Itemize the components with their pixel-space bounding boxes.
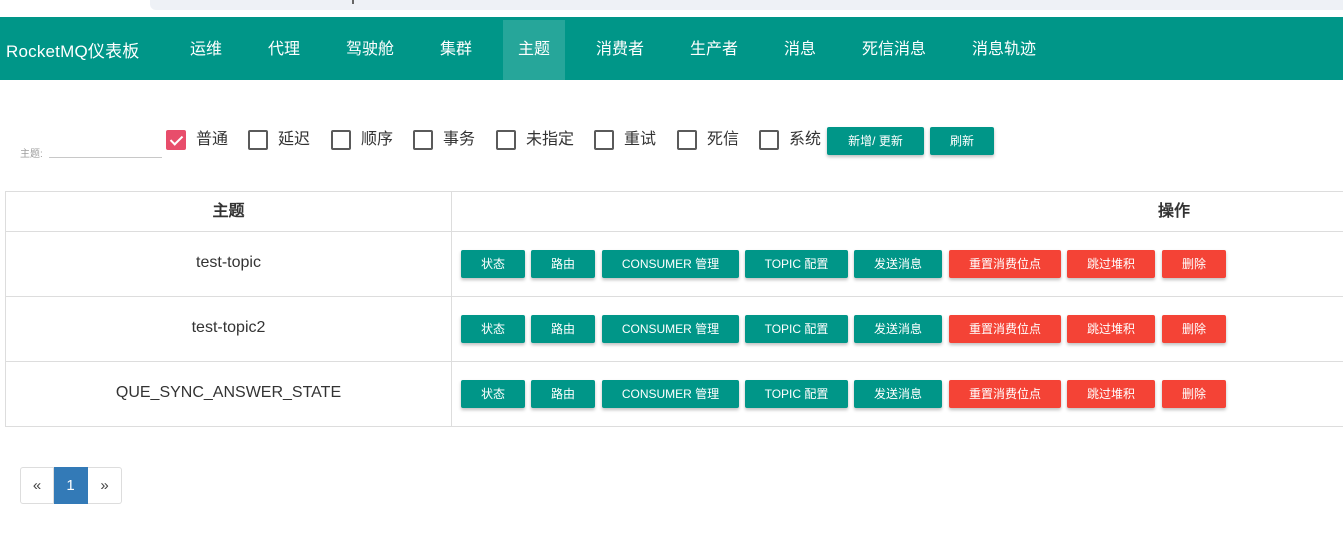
reset-offset-button[interactable]: 重置消费位点 — [949, 315, 1061, 343]
nav-item-proxy[interactable]: 代理 — [254, 20, 314, 80]
consumer-manage-button[interactable]: CONSUMER 管理 — [602, 315, 739, 343]
checkbox-retry[interactable] — [594, 130, 614, 150]
nav-item-producer[interactable]: 生产者 — [676, 20, 752, 80]
table-header-actions-cell: 操作 — [452, 192, 1343, 232]
consumer-manage-button[interactable]: CONSUMER 管理 — [602, 380, 739, 408]
reset-offset-button[interactable]: 重置消费位点 — [949, 250, 1061, 278]
delete-button[interactable]: 删除 — [1162, 380, 1226, 408]
delete-button[interactable]: 删除 — [1162, 250, 1226, 278]
checkbox-dlq[interactable] — [677, 130, 697, 150]
checkbox-unspecified-label: 未指定 — [526, 131, 575, 148]
checkbox-fifo-label: 顺序 — [361, 131, 394, 148]
send-message-button[interactable]: 发送消息 — [854, 315, 942, 343]
table-header-topic: 主题 — [6, 192, 452, 232]
topic-name-cell: test-topic2 — [6, 297, 452, 362]
checkbox-retry-label: 重试 — [624, 131, 657, 148]
top-navbar: RocketMQ仪表板 运维 代理 驾驶舱 集群 主题 消费者 生产者 消息 死… — [0, 17, 1343, 80]
checkbox-system[interactable] — [759, 130, 779, 150]
pagination-prev[interactable]: « — [20, 467, 54, 504]
table-row: test-topic2 状态 路由 CONSUMER 管理 TOPIC 配置 发… — [6, 297, 1343, 362]
table-header-actions: 操作 — [1158, 203, 1191, 220]
status-button[interactable]: 状态 — [461, 380, 525, 408]
nav-item-ops[interactable]: 运维 — [176, 20, 236, 80]
cursor-mark — [352, 0, 354, 4]
checkbox-system-label: 系统 — [789, 131, 822, 148]
reset-offset-button[interactable]: 重置消费位点 — [949, 380, 1061, 408]
brand-title[interactable]: RocketMQ仪表板 — [6, 37, 140, 62]
nav-item-cockpit[interactable]: 驾驶舱 — [332, 20, 408, 80]
route-button[interactable]: 路由 — [531, 380, 595, 408]
status-button[interactable]: 状态 — [461, 315, 525, 343]
checkbox-transaction-label: 事务 — [443, 131, 476, 148]
table-row: QUE_SYNC_ANSWER_STATE 状态 路由 CONSUMER 管理 … — [6, 362, 1343, 427]
nav-item-message-trace[interactable]: 消息轨迹 — [958, 20, 1050, 80]
checkbox-dlq-label: 死信 — [707, 131, 740, 148]
topic-filter-input[interactable] — [49, 138, 162, 158]
address-bar-edge — [150, 0, 1343, 10]
topic-table: 主题 操作 test-topic 状态 路由 CONSUMER 管理 TOPIC… — [5, 191, 1343, 427]
topic-config-button[interactable]: TOPIC 配置 — [745, 315, 848, 343]
nav-item-consumer[interactable]: 消费者 — [582, 20, 658, 80]
topic-config-button[interactable]: TOPIC 配置 — [745, 380, 848, 408]
route-button[interactable]: 路由 — [531, 250, 595, 278]
delete-button[interactable]: 删除 — [1162, 315, 1226, 343]
checkbox-normal-label: 普通 — [196, 131, 229, 148]
checkbox-fifo[interactable] — [331, 130, 351, 150]
nav-item-cluster[interactable]: 集群 — [426, 20, 486, 80]
skip-accumulate-button[interactable]: 跳过堆积 — [1067, 315, 1155, 343]
send-message-button[interactable]: 发送消息 — [854, 380, 942, 408]
nav-item-topic[interactable]: 主题 — [503, 20, 565, 80]
send-message-button[interactable]: 发送消息 — [854, 250, 942, 278]
nav-item-message[interactable]: 消息 — [770, 20, 830, 80]
browser-top-strip — [0, 0, 1343, 17]
pagination: « 1 » — [20, 467, 122, 504]
skip-accumulate-button[interactable]: 跳过堆积 — [1067, 380, 1155, 408]
topic-filter-label: 主题: — [20, 149, 43, 160]
route-button[interactable]: 路由 — [531, 315, 595, 343]
status-button[interactable]: 状态 — [461, 250, 525, 278]
refresh-button[interactable]: 刷新 — [930, 127, 994, 155]
topic-config-button[interactable]: TOPIC 配置 — [745, 250, 848, 278]
pagination-page-current[interactable]: 1 — [54, 467, 88, 504]
add-update-button[interactable]: 新增/ 更新 — [827, 127, 924, 155]
checkbox-transaction[interactable] — [413, 130, 433, 150]
checkbox-delay-label: 延迟 — [278, 131, 311, 148]
checkbox-normal[interactable] — [166, 130, 186, 150]
nav-item-dlq-message[interactable]: 死信消息 — [848, 20, 940, 80]
topic-name-cell: test-topic — [6, 232, 452, 297]
topic-name-cell: QUE_SYNC_ANSWER_STATE — [6, 362, 452, 427]
pagination-next[interactable]: » — [88, 467, 122, 504]
table-row: test-topic 状态 路由 CONSUMER 管理 TOPIC 配置 发送… — [6, 232, 1343, 297]
consumer-manage-button[interactable]: CONSUMER 管理 — [602, 250, 739, 278]
skip-accumulate-button[interactable]: 跳过堆积 — [1067, 250, 1155, 278]
checkbox-delay[interactable] — [248, 130, 268, 150]
checkbox-unspecified[interactable] — [496, 130, 516, 150]
